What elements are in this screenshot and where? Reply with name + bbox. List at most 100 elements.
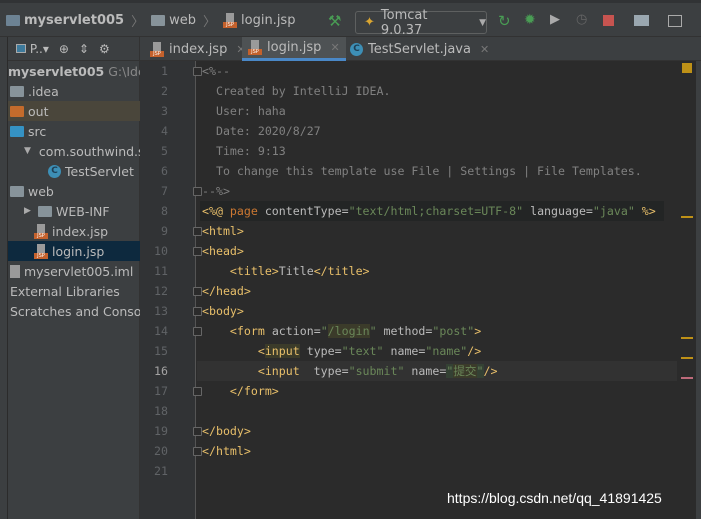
code-token: Time: 9:13	[202, 144, 286, 158]
fold-marker-icon[interactable]	[193, 247, 202, 256]
breadcrumb-folder[interactable]: web	[169, 13, 196, 28]
code-token: page	[229, 204, 265, 218]
line-number: 8	[161, 204, 168, 218]
project-structure-icon[interactable]	[634, 15, 649, 26]
build-hammer-icon[interactable]: ⚒	[328, 12, 342, 30]
code-line[interactable]: User: haha	[202, 101, 286, 121]
code-line[interactable]: <%@ page contentType="text/html;charset=…	[202, 201, 656, 221]
breadcrumb-file[interactable]: login.jsp	[241, 13, 295, 28]
code-line[interactable]: </body>	[202, 421, 251, 441]
expand-arrow-icon[interactable]: ▼	[24, 146, 31, 156]
code-line[interactable]: </head>	[202, 281, 251, 301]
tree-item-label: src	[28, 123, 47, 139]
code-token: "submit"	[348, 364, 405, 378]
code-line[interactable]: </html>	[202, 441, 251, 461]
fold-marker-icon[interactable]	[193, 67, 202, 76]
tree-item-label: Scratches and Console	[10, 303, 140, 319]
error-marker[interactable]	[681, 377, 693, 379]
fold-marker-icon[interactable]	[193, 227, 202, 236]
fold-marker-icon[interactable]	[193, 307, 202, 316]
expand-arrow-icon[interactable]: ▶	[24, 206, 34, 216]
tree-item[interactable]: C TestServlet	[8, 161, 140, 181]
run-configuration-select[interactable]: ✦ Tomcat 9.0.37 ▼	[355, 8, 487, 38]
breadcrumb: myservlet005 〉 web 〉 login.jsp	[6, 11, 295, 30]
code-token: method=	[376, 324, 433, 338]
tab-index-jsp[interactable]: index.jsp✕	[144, 37, 252, 61]
profile-icon[interactable]: ◷	[576, 12, 590, 27]
line-number: 6	[161, 164, 168, 178]
fold-marker-icon[interactable]	[193, 447, 202, 456]
code-line[interactable]: </form>	[202, 381, 279, 401]
code-token: "text/html;charset=UTF-8"	[348, 204, 524, 218]
close-icon[interactable]: ✕	[480, 43, 489, 56]
rerun-icon[interactable]: ↻	[498, 12, 512, 30]
tree-item[interactable]: Scratches and Console	[8, 301, 140, 321]
collapse-all-icon[interactable]: ⇕	[79, 42, 89, 56]
folder-icon	[10, 85, 24, 97]
code-token: type=	[299, 344, 342, 358]
close-icon[interactable]: ✕	[330, 41, 339, 54]
inspection-status-icon[interactable]	[682, 63, 692, 73]
code-line[interactable]: <head>	[202, 241, 244, 261]
code-token: </title>	[313, 264, 370, 278]
settings-gear-icon[interactable]: ⚙	[99, 42, 110, 56]
project-panel: P..▾ ⊕ ⇕ ⚙ myservlet005G:\Idea .idea out s…	[0, 37, 140, 519]
fold-marker-icon[interactable]	[193, 187, 202, 196]
tree-item[interactable]: .idea	[8, 81, 140, 101]
tree-item-project-root[interactable]: myservlet005G:\Idea	[8, 61, 140, 81]
code-token: <title>	[202, 264, 279, 278]
code-line[interactable]: <title>Title</title>	[202, 261, 370, 281]
fold-marker-icon[interactable]	[193, 287, 202, 296]
code-line[interactable]: Time: 9:13	[202, 141, 286, 161]
warning-marker[interactable]	[681, 216, 693, 218]
code-line[interactable]: <html>	[202, 221, 244, 241]
tree-item[interactable]: out	[8, 101, 140, 121]
tree-item[interactable]: login.jsp	[8, 241, 140, 261]
folder-icon	[10, 185, 24, 197]
tree-item[interactable]: web	[8, 181, 140, 201]
tab-login-jsp[interactable]: login.jsp ✕	[242, 37, 346, 61]
code-line[interactable]: <body>	[202, 301, 244, 321]
locate-icon[interactable]: ⊕	[59, 42, 69, 56]
tree-item[interactable]: index.jsp	[8, 221, 140, 241]
code-line[interactable]: To change this template use File | Setti…	[202, 161, 642, 181]
folder-icon	[10, 105, 24, 117]
view-selector[interactable]: P..▾	[16, 42, 49, 56]
tab-label: TestServlet.java	[368, 41, 471, 57]
tab-testservlet-java[interactable]: C TestServlet.java ✕	[344, 37, 495, 61]
warning-marker[interactable]	[681, 357, 693, 359]
tree-item[interactable]: External Libraries	[8, 281, 140, 301]
stop-icon[interactable]	[603, 15, 614, 26]
code-line[interactable]: Date: 2020/8/27	[202, 121, 321, 141]
module-icon	[6, 15, 20, 26]
debug-icon[interactable]: ✹	[524, 12, 538, 28]
code-line[interactable]: <input type="submit" name="提交"/>	[202, 361, 497, 381]
line-number: 17	[154, 384, 168, 398]
breadcrumb-project[interactable]: myservlet005	[24, 13, 124, 28]
tree-item[interactable]: ▼ com.southwind.s	[8, 141, 140, 161]
line-number: 2	[161, 84, 168, 98]
code-line[interactable]: --%>	[202, 181, 230, 201]
tree-item-label: com.southwind.s	[38, 143, 140, 159]
code-line[interactable]: <%--	[202, 61, 230, 81]
code-line[interactable]: Created by IntelliJ IDEA.	[202, 81, 391, 101]
line-number: 4	[161, 124, 168, 138]
class-icon: C	[48, 164, 61, 178]
project-panel-header: P..▾ ⊕ ⇕ ⚙	[8, 37, 140, 61]
tree-item[interactable]: src	[8, 121, 140, 141]
right-tool-strip	[696, 61, 701, 519]
terminal-icon[interactable]	[668, 15, 682, 27]
code-line[interactable]: <input type="text" name="name"/>	[202, 341, 481, 361]
fold-marker-icon[interactable]	[193, 387, 202, 396]
tomcat-icon: ✦	[364, 15, 375, 30]
jsp-file-icon	[223, 13, 238, 28]
code-line[interactable]: <form action="/login" method="post">	[202, 321, 481, 341]
fold-marker-icon[interactable]	[193, 427, 202, 436]
warning-marker[interactable]	[681, 337, 693, 339]
tree-item-label: login.jsp	[52, 243, 105, 259]
tree-item[interactable]: ▶ WEB-INF	[8, 201, 140, 221]
coverage-icon[interactable]: ▶	[550, 12, 564, 27]
tree-item[interactable]: myservlet005.iml	[8, 261, 140, 281]
tree-item-label: External Libraries	[10, 283, 120, 299]
fold-marker-icon[interactable]	[193, 327, 202, 336]
